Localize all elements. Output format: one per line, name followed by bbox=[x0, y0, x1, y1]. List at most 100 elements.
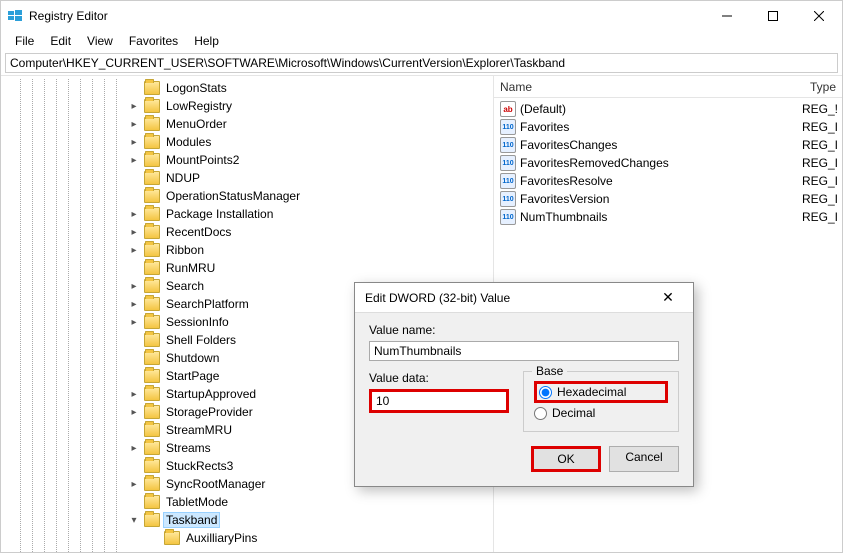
minimize-button[interactable] bbox=[704, 1, 750, 31]
menu-favorites[interactable]: Favorites bbox=[121, 32, 186, 50]
tree-node[interactable]: ▸ MountPoints2 bbox=[1, 151, 493, 169]
expand-icon[interactable]: ▾ bbox=[127, 515, 141, 526]
expand-icon[interactable]: ▸ bbox=[127, 317, 141, 328]
tree-node[interactable]: ▸ Ribbon bbox=[1, 241, 493, 259]
expand-icon[interactable]: ▸ bbox=[127, 281, 141, 292]
tree-node[interactable]: RunMRU bbox=[1, 259, 493, 277]
tree-node[interactable]: OperationStatusManager bbox=[1, 187, 493, 205]
list-row[interactable]: 110 Favorites REG_I bbox=[494, 118, 842, 136]
tree-node[interactable]: ▸ Package Installation bbox=[1, 205, 493, 223]
folder-icon bbox=[144, 207, 160, 221]
tree-node[interactable]: ▾ Taskband bbox=[1, 511, 493, 529]
title-bar: Registry Editor bbox=[1, 1, 842, 31]
tree-label: OperationStatusManager bbox=[163, 189, 303, 203]
tree-label: SearchPlatform bbox=[163, 297, 252, 311]
radio-hex-label: Hexadecimal bbox=[557, 385, 626, 399]
radio-dec-label: Decimal bbox=[552, 406, 595, 420]
radio-dec[interactable]: Decimal bbox=[534, 406, 668, 420]
binary-icon: 110 bbox=[500, 191, 516, 207]
radio-hex[interactable]: Hexadecimal bbox=[534, 381, 668, 403]
folder-icon bbox=[144, 171, 160, 185]
expand-icon[interactable]: ▸ bbox=[127, 407, 141, 418]
list-row[interactable]: 110 NumThumbnails REG_I bbox=[494, 208, 842, 226]
maximize-button[interactable] bbox=[750, 1, 796, 31]
menu-view[interactable]: View bbox=[79, 32, 121, 50]
tree-label: MountPoints2 bbox=[163, 153, 242, 167]
col-type[interactable]: Type bbox=[804, 78, 842, 96]
tree-label: TabletMode bbox=[163, 495, 231, 509]
folder-icon bbox=[144, 351, 160, 365]
tree-label: StorageProvider bbox=[163, 405, 256, 419]
address-bar[interactable]: Computer\HKEY_CURRENT_USER\SOFTWARE\Micr… bbox=[5, 53, 838, 73]
value-name: NumThumbnails bbox=[520, 210, 802, 224]
folder-icon bbox=[144, 423, 160, 437]
tree-label: StartupApproved bbox=[163, 387, 259, 401]
folder-icon bbox=[144, 279, 160, 293]
ok-button[interactable]: OK bbox=[531, 446, 601, 472]
tree-node[interactable]: LogonStats bbox=[1, 79, 493, 97]
tree-node[interactable]: NDUP bbox=[1, 169, 493, 187]
radio-hex-input[interactable] bbox=[539, 386, 552, 399]
window-title: Registry Editor bbox=[29, 9, 704, 23]
value-data-input[interactable] bbox=[369, 389, 509, 413]
dialog-title: Edit DWORD (32-bit) Value bbox=[365, 291, 653, 305]
dialog-close-button[interactable]: ✕ bbox=[653, 289, 683, 306]
tree-node[interactable]: ▸ Modules bbox=[1, 133, 493, 151]
string-icon: ab bbox=[500, 101, 516, 117]
tree-node[interactable]: AuxilliaryPins bbox=[1, 529, 493, 547]
expand-icon[interactable]: ▸ bbox=[127, 101, 141, 112]
menu-edit[interactable]: Edit bbox=[42, 32, 79, 50]
menu-bar: File Edit View Favorites Help bbox=[1, 31, 842, 51]
tree-label: Taskband bbox=[163, 512, 220, 528]
list-row[interactable]: 110 FavoritesVersion REG_I bbox=[494, 190, 842, 208]
value-type: REG_! bbox=[802, 102, 842, 116]
tree-label: LogonStats bbox=[163, 81, 230, 95]
tree-label: RecentDocs bbox=[163, 225, 234, 239]
radio-dec-input[interactable] bbox=[534, 407, 547, 420]
expand-icon[interactable]: ▸ bbox=[127, 119, 141, 130]
tree-label: Shell Folders bbox=[163, 333, 239, 347]
col-name[interactable]: Name bbox=[494, 78, 804, 96]
value-name-input[interactable] bbox=[369, 341, 679, 361]
expand-icon[interactable]: ▸ bbox=[127, 443, 141, 454]
expand-icon[interactable]: ▸ bbox=[127, 209, 141, 220]
expand-icon[interactable]: ▸ bbox=[127, 299, 141, 310]
folder-icon bbox=[144, 333, 160, 347]
menu-file[interactable]: File bbox=[7, 32, 42, 50]
tree-node[interactable]: ▸ LowRegistry bbox=[1, 97, 493, 115]
value-type: REG_I bbox=[802, 120, 842, 134]
expand-icon[interactable]: ▸ bbox=[127, 245, 141, 256]
expand-icon[interactable]: ▸ bbox=[127, 137, 141, 148]
folder-icon bbox=[144, 135, 160, 149]
folder-icon bbox=[164, 531, 180, 545]
expand-icon[interactable]: ▸ bbox=[127, 479, 141, 490]
binary-icon: 110 bbox=[500, 119, 516, 135]
value-name: FavoritesChanges bbox=[520, 138, 802, 152]
folder-icon bbox=[144, 441, 160, 455]
cancel-button[interactable]: Cancel bbox=[609, 446, 679, 472]
menu-help[interactable]: Help bbox=[186, 32, 227, 50]
tree-node[interactable]: ▸ MenuOrder bbox=[1, 115, 493, 133]
folder-icon bbox=[144, 369, 160, 383]
tree-node[interactable]: ▸ RecentDocs bbox=[1, 223, 493, 241]
list-row[interactable]: ab (Default) REG_! bbox=[494, 100, 842, 118]
tree-node[interactable]: TabletMode bbox=[1, 493, 493, 511]
base-fieldset: Base Hexadecimal Decimal bbox=[523, 371, 679, 432]
list-row[interactable]: 110 FavoritesRemovedChanges REG_I bbox=[494, 154, 842, 172]
folder-icon bbox=[144, 459, 160, 473]
folder-icon bbox=[144, 513, 160, 527]
expand-icon[interactable]: ▸ bbox=[127, 227, 141, 238]
folder-icon bbox=[144, 297, 160, 311]
folder-icon bbox=[144, 387, 160, 401]
tree-label: SessionInfo bbox=[163, 315, 232, 329]
tree-label: MenuOrder bbox=[163, 117, 230, 131]
dialog-title-bar[interactable]: Edit DWORD (32-bit) Value ✕ bbox=[355, 283, 693, 313]
value-data-label: Value data: bbox=[369, 371, 509, 385]
close-button[interactable] bbox=[796, 1, 842, 31]
expand-icon[interactable]: ▸ bbox=[127, 389, 141, 400]
value-type: REG_I bbox=[802, 210, 842, 224]
list-row[interactable]: 110 FavoritesChanges REG_I bbox=[494, 136, 842, 154]
list-row[interactable]: 110 FavoritesResolve REG_I bbox=[494, 172, 842, 190]
expand-icon[interactable]: ▸ bbox=[127, 155, 141, 166]
value-type: REG_I bbox=[802, 138, 842, 152]
